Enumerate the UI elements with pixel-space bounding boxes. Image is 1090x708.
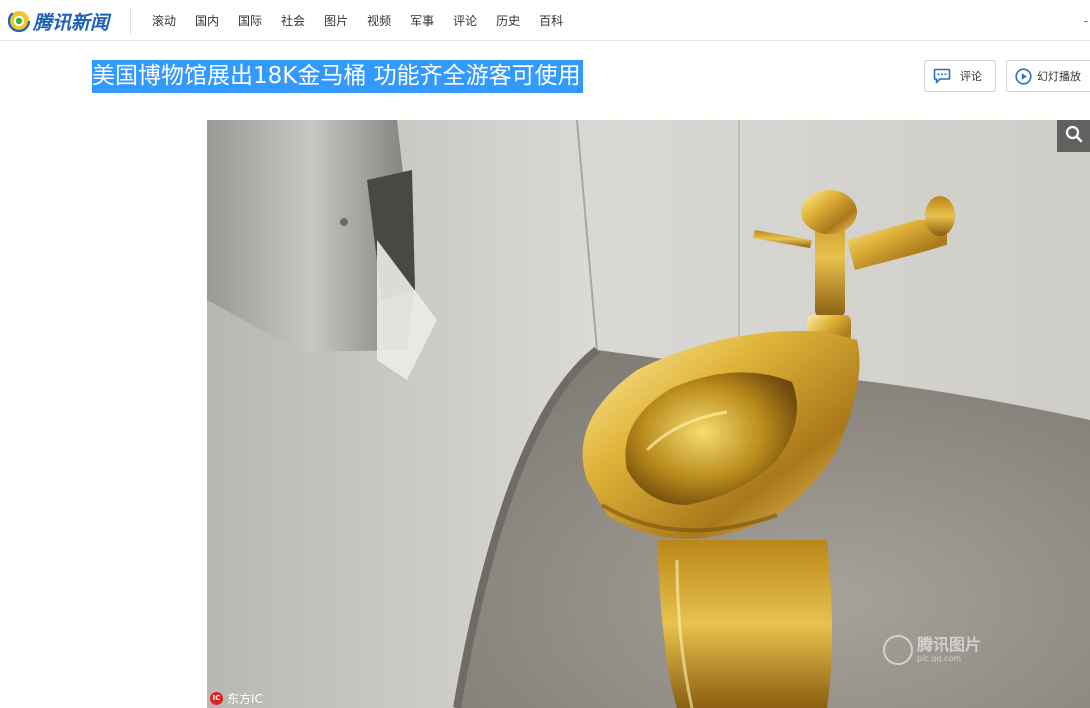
nav-item-domestic[interactable]: 国内 bbox=[195, 12, 219, 29]
comment-icon bbox=[933, 68, 951, 84]
watermark-sub: pic.qq.com bbox=[917, 654, 962, 663]
slideshow-button-label: 幻灯播放 bbox=[1037, 70, 1081, 83]
watermark-main: 腾讯图片 bbox=[917, 635, 982, 654]
comment-button-label: 评论 bbox=[960, 70, 982, 83]
golden-toilet-photo bbox=[207, 120, 1090, 708]
channel-nav: 滚动 国内 国际 社会 图片 视频 军事 评论 历史 百科 bbox=[152, 0, 582, 41]
nav-item-encyclopedia[interactable]: 百科 bbox=[539, 12, 563, 29]
tencent-logo-icon bbox=[7, 9, 31, 33]
credit-badge: IC bbox=[210, 691, 223, 705]
nav-item-pictures[interactable]: 图片 bbox=[324, 12, 348, 29]
play-icon bbox=[1015, 67, 1032, 85]
logo-text: 腾讯新闻 bbox=[33, 11, 110, 34]
top-navigation: 腾讯新闻 滚动 国内 国际 社会 图片 视频 军事 评论 历史 百科 - bbox=[0, 0, 1090, 41]
tencent-news-logo[interactable]: 腾讯新闻 bbox=[7, 8, 110, 34]
watermark-logo-icon bbox=[883, 635, 913, 665]
zoom-button[interactable] bbox=[1057, 120, 1090, 152]
nav-divider bbox=[130, 8, 131, 34]
nav-item-international[interactable]: 国际 bbox=[238, 12, 262, 29]
photo-credit: IC 东方IC bbox=[210, 689, 263, 707]
nav-item-military[interactable]: 军事 bbox=[410, 12, 434, 29]
nav-item-scroll[interactable]: 滚动 bbox=[152, 12, 176, 29]
article-title: 美国博物馆展出18K金马桶 功能齐全游客可使用 bbox=[92, 60, 583, 93]
search-icon bbox=[1065, 125, 1083, 147]
nav-item-commentary[interactable]: 评论 bbox=[453, 12, 477, 29]
credit-text: 东方IC bbox=[227, 691, 263, 706]
topbar-edge-glyph: - bbox=[1083, 14, 1088, 28]
nav-item-video[interactable]: 视频 bbox=[367, 12, 391, 29]
comment-button[interactable]: 评论 bbox=[924, 60, 996, 92]
slideshow-button[interactable]: 幻灯播放 bbox=[1006, 60, 1090, 92]
article-photo[interactable] bbox=[207, 120, 1090, 708]
photo-watermark: 腾讯图片 pic.qq.com bbox=[883, 632, 981, 668]
nav-item-history[interactable]: 历史 bbox=[496, 12, 520, 29]
nav-item-society[interactable]: 社会 bbox=[281, 12, 305, 29]
